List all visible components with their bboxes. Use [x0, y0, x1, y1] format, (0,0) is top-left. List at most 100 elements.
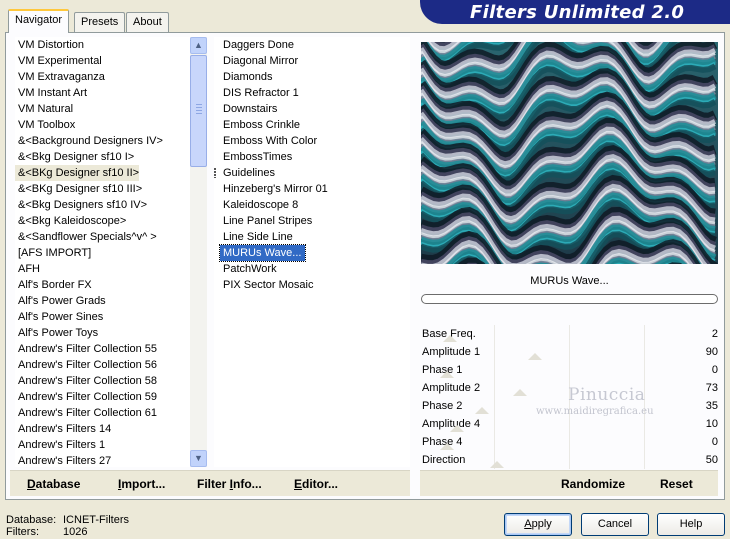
param-name: Direction	[422, 454, 466, 466]
title-banner: Filters Unlimited 2.0	[420, 0, 730, 24]
list-item[interactable]: DIS Refractor 1	[220, 85, 410, 101]
tab-navigator[interactable]: Navigator	[8, 9, 70, 33]
list-item[interactable]: Emboss Crinkle	[220, 117, 410, 133]
list-item[interactable]: PatchWork	[220, 261, 410, 277]
list-item[interactable]: Diamonds	[220, 69, 410, 85]
reset-button[interactable]: Reset	[660, 477, 693, 491]
param-value: 2	[711, 328, 718, 340]
database-button[interactable]: Database	[27, 477, 80, 491]
list-item[interactable]: Andrew's Filters 27	[15, 453, 190, 467]
list-item[interactable]: [AFS IMPORT]	[15, 245, 190, 261]
param-name: Phase 2	[422, 400, 463, 412]
slider-thumb[interactable]	[440, 371, 454, 378]
list-item[interactable]: &<Bkg Designer sf10 I>	[15, 149, 190, 165]
list-item[interactable]: Alf's Power Sines	[15, 309, 190, 325]
effect-preview	[421, 42, 718, 264]
help-button[interactable]: Help	[657, 513, 725, 536]
tab-presets[interactable]: Presets	[74, 12, 126, 32]
param-slider[interactable]: Amplitude 4 10	[420, 415, 718, 433]
slider-thumb[interactable]	[440, 443, 454, 450]
list-item[interactable]: EmbossTimes	[220, 149, 410, 165]
list-item[interactable]: Downstairs	[220, 101, 410, 117]
editor-button[interactable]: Editor...	[294, 477, 338, 491]
list-item[interactable]: &<Background Designers IV>	[15, 133, 190, 149]
database-label: Database:	[6, 514, 57, 526]
slider-thumb[interactable]	[442, 335, 457, 342]
filters-count: 1026	[63, 526, 88, 538]
param-value: 35	[705, 400, 718, 412]
list-item[interactable]: &<Sandflower Specials^v^ >	[15, 229, 190, 245]
list-item[interactable]: &<Bkg Designers sf10 IV>	[15, 197, 190, 213]
param-name: Amplitude 1	[422, 346, 481, 358]
list-item-label: Guidelines	[223, 167, 275, 179]
filter-info-button[interactable]: Filter Info...	[197, 477, 262, 491]
list-item[interactable]: VM Instant Art	[15, 85, 190, 101]
list-item[interactable]: &<BKg Designer sf10 II>	[15, 165, 140, 181]
list-item[interactable]: Diagonal Mirror	[220, 53, 410, 69]
watermark-site: www.maidiregrafica.eu	[536, 406, 654, 417]
grip-icon	[196, 104, 202, 114]
parameter-action-bar: Randomize Reset	[420, 470, 718, 496]
list-item[interactable]: Alf's Power Toys	[15, 325, 190, 341]
list-item[interactable]: Daggers Done	[220, 37, 410, 53]
param-slider[interactable]: Base Freq. 2	[420, 325, 718, 343]
param-name: Amplitude 2	[422, 382, 481, 394]
list-item[interactable]: VM Natural	[15, 101, 190, 117]
slider-thumb[interactable]	[512, 389, 527, 396]
list-item[interactable]: Line Panel Stripes	[220, 213, 410, 229]
list-item[interactable]: Alf's Border FX	[15, 277, 190, 293]
effect-name-label: MURUs Wave...	[530, 275, 609, 287]
scroll-down-button[interactable]: ▼	[190, 450, 207, 467]
list-item[interactable]: Andrew's Filters 14	[15, 421, 190, 437]
param-value: 10	[705, 418, 718, 430]
list-item[interactable]: Alf's Power Grads	[15, 293, 190, 309]
list-item[interactable]: MURUs Wave...	[218, 244, 307, 262]
import-button[interactable]: Import...	[118, 477, 165, 491]
apply-button[interactable]: Apply	[504, 513, 572, 536]
slider-thumb[interactable]	[490, 461, 504, 468]
list-item[interactable]: Andrew's Filter Collection 61	[15, 405, 190, 421]
param-slider[interactable]: Phase 40	[420, 433, 718, 451]
scroll-up-button[interactable]: ▲	[190, 37, 207, 54]
list-item[interactable]: Andrew's Filter Collection 55	[15, 341, 190, 357]
param-slider[interactable]: Amplitude 1 90	[420, 343, 718, 361]
list-item[interactable]: Guidelines	[214, 165, 410, 181]
slider-thumb[interactable]	[527, 353, 542, 360]
slider-thumb[interactable]	[475, 407, 489, 414]
filter-list[interactable]: Daggers Done Diagonal Mirror Diamonds DIS R…	[214, 37, 410, 467]
list-item[interactable]: PIX Sector Mosaic	[220, 277, 410, 293]
randomize-button[interactable]: Randomize	[561, 477, 625, 491]
param-slider[interactable]: Direction 50	[420, 451, 718, 469]
category-scrollbar[interactable]: ▲ ▼	[190, 37, 207, 467]
param-value: 90	[705, 346, 718, 358]
scroll-thumb[interactable]	[190, 55, 207, 167]
list-item[interactable]: Andrew's Filter Collection 56	[15, 357, 190, 373]
param-slider[interactable]: Phase 10	[420, 361, 718, 379]
slider-thumb[interactable]	[450, 425, 464, 432]
list-item[interactable]: Kaleidoscope 8	[220, 197, 410, 213]
list-item[interactable]: Emboss With Color	[220, 133, 410, 149]
param-value: 73	[705, 382, 718, 394]
list-item[interactable]: Andrew's Filter Collection 58	[15, 373, 190, 389]
list-action-bar: Database Import... Filter Info... Editor…	[10, 470, 410, 496]
app-title: Filters Unlimited 2.0	[470, 2, 685, 23]
list-item[interactable]: &<Bkg Kaleidoscope>	[15, 213, 190, 229]
list-item[interactable]: Andrew's Filters 1	[15, 437, 190, 453]
filters-label: Filters:	[6, 526, 39, 538]
category-list[interactable]: VM Distortion VM Experimental VM Extravaga…	[15, 37, 190, 467]
wave-pattern	[421, 42, 718, 264]
list-item[interactable]: Hinzeberg's Mirror 01	[220, 181, 410, 197]
param-value: 0	[711, 436, 718, 448]
list-item[interactable]: AFH	[15, 261, 190, 277]
list-item[interactable]: VM Distortion	[15, 37, 190, 53]
list-item[interactable]: Line Side Line	[220, 229, 410, 245]
database-value: ICNET-Filters	[63, 514, 129, 526]
list-item[interactable]: Andrew's Filter Collection 59	[15, 389, 190, 405]
cancel-button[interactable]: Cancel	[581, 513, 649, 536]
list-item[interactable]: VM Experimental	[15, 53, 190, 69]
list-item[interactable]: VM Toolbox	[15, 117, 190, 133]
progress-bar	[421, 294, 718, 304]
tab-about[interactable]: About	[126, 12, 169, 32]
list-item[interactable]: &<BKg Designer sf10 III>	[15, 181, 190, 197]
list-item[interactable]: VM Extravaganza	[15, 69, 190, 85]
